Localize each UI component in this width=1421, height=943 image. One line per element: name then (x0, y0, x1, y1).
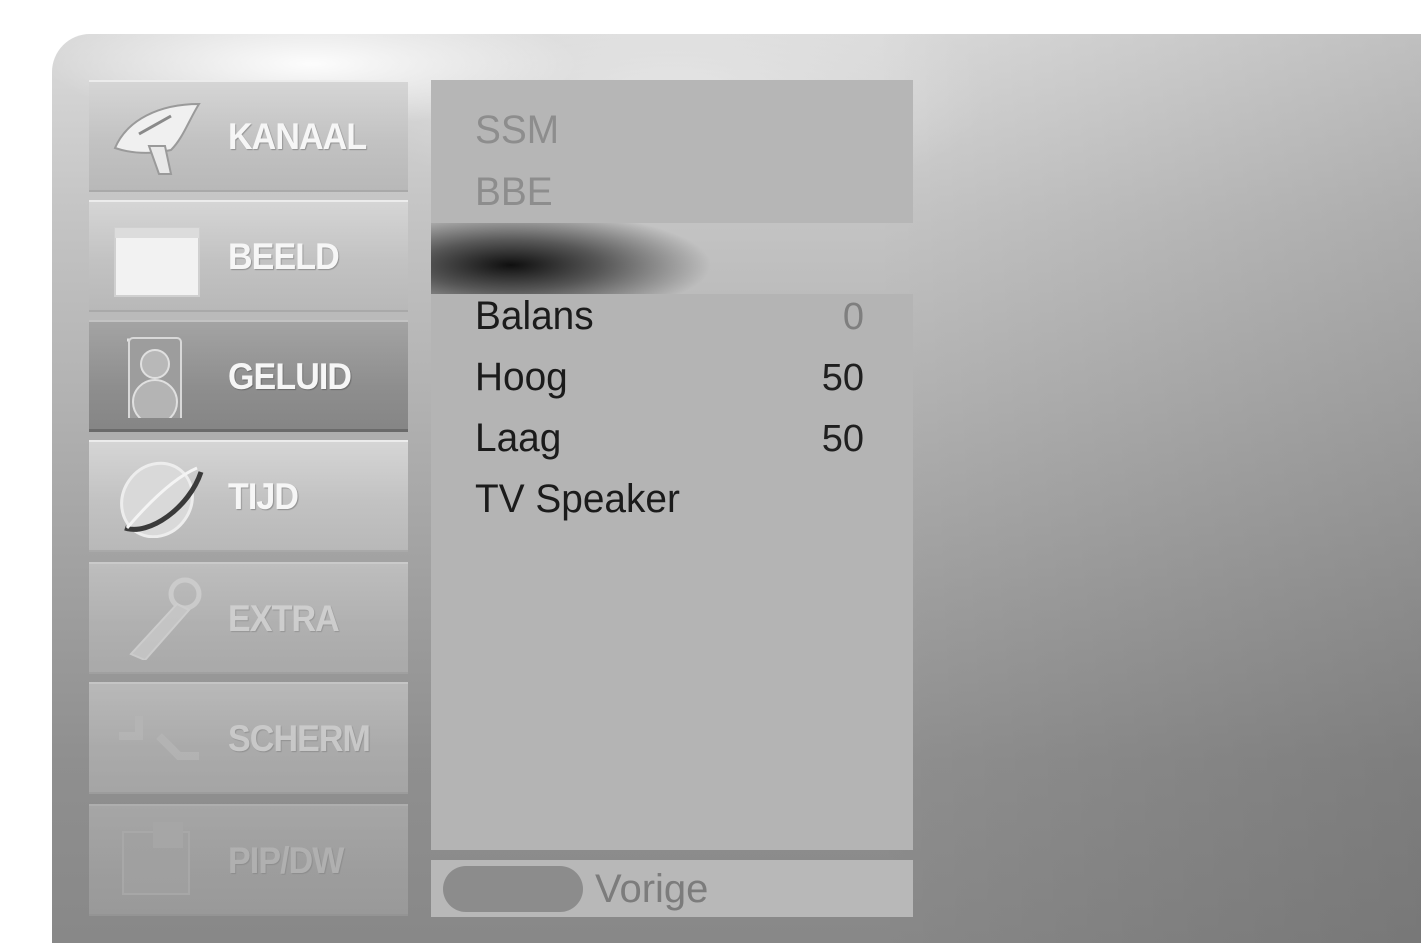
balans-value: 0 (842, 296, 864, 338)
screen-arrows-icon (119, 716, 199, 760)
back-button-label: Vorige (595, 867, 709, 911)
menu-item-pip[interactable]: PIP/DW (89, 804, 408, 916)
laag-value: 50 (821, 418, 864, 460)
hoog-value: 50 (821, 357, 864, 399)
menu-item-label: TIJD (228, 476, 299, 517)
clock-icon (120, 461, 204, 538)
submenu-item-balans[interactable]: Balans (475, 294, 594, 339)
menu-item-label: SCHERM (228, 718, 371, 759)
menu-item-label: BEELD (228, 236, 340, 277)
panel-shadow (431, 223, 913, 294)
speaker-icon (127, 337, 182, 418)
menu-item-label: PIP/DW (228, 840, 344, 881)
pip-icon (122, 822, 190, 895)
menu-item-geluid[interactable]: GELUID (89, 320, 408, 432)
submenu-item-tv-speaker[interactable]: TV Speaker (475, 477, 680, 522)
tv-picture-icon (114, 227, 200, 297)
menu-item-kanaal[interactable]: KANAAL (89, 80, 408, 192)
menu-item-label: GELUID (228, 356, 352, 397)
submenu-item-laag[interactable]: Laag (475, 416, 561, 461)
submenu-item-bbe[interactable]: BBE (475, 170, 553, 215)
menu-item-beeld[interactable]: BEELD (89, 200, 408, 312)
menu-item-tijd[interactable]: TIJD (89, 440, 408, 552)
menu-item-label: EXTRA (228, 598, 340, 639)
key-tag-icon (129, 577, 202, 660)
menu-item-extra[interactable]: EXTRA (89, 562, 408, 674)
submenu-item-hoog[interactable]: Hoog (475, 355, 568, 400)
satellite-dish-icon (113, 102, 201, 175)
submenu-item-ssm[interactable]: SSM (475, 108, 559, 153)
menu-item-label: KANAAL (228, 116, 367, 157)
menu-item-scherm[interactable]: SCHERM (89, 682, 408, 794)
back-button-pill-icon[interactable] (443, 866, 583, 912)
